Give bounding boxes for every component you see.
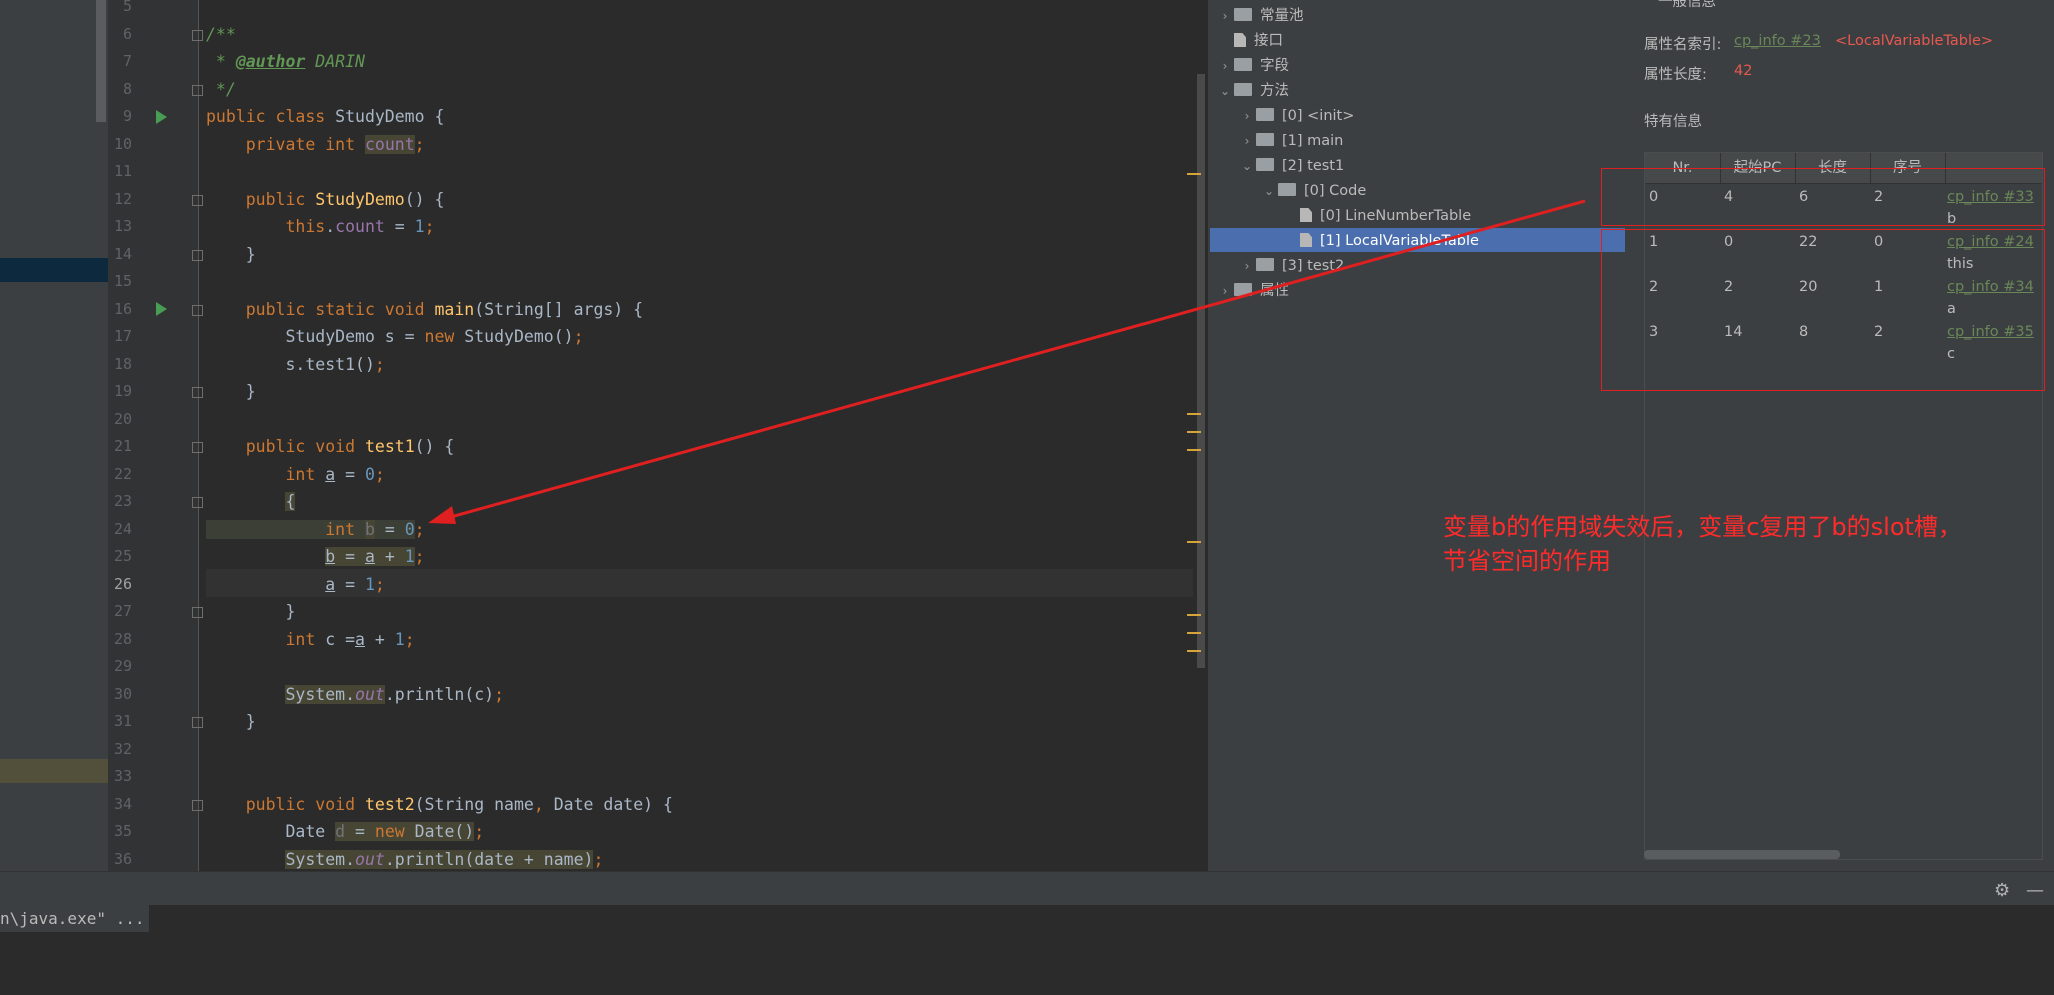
annotation-note: 变量b的作用域失效后，变量c复用了b的slot槽， 节省空间的作用 <box>1443 510 2003 578</box>
gear-icon[interactable]: ⚙ <box>1994 880 2010 901</box>
annotation-line-2: 节省空间的作用 <box>1443 547 1611 575</box>
annotation-arrow <box>428 199 1586 524</box>
minimize-icon[interactable]: — <box>2026 880 2044 901</box>
annotation-line-1: 变量b的作用域失效后，变量c复用了b的slot槽， <box>1443 513 1962 541</box>
console-command-line: n\java.exe" ... <box>0 905 149 932</box>
run-console[interactable]: n\java.exe" ... <box>0 905 2054 995</box>
run-toolbar: ⚙ — <box>0 871 2054 905</box>
